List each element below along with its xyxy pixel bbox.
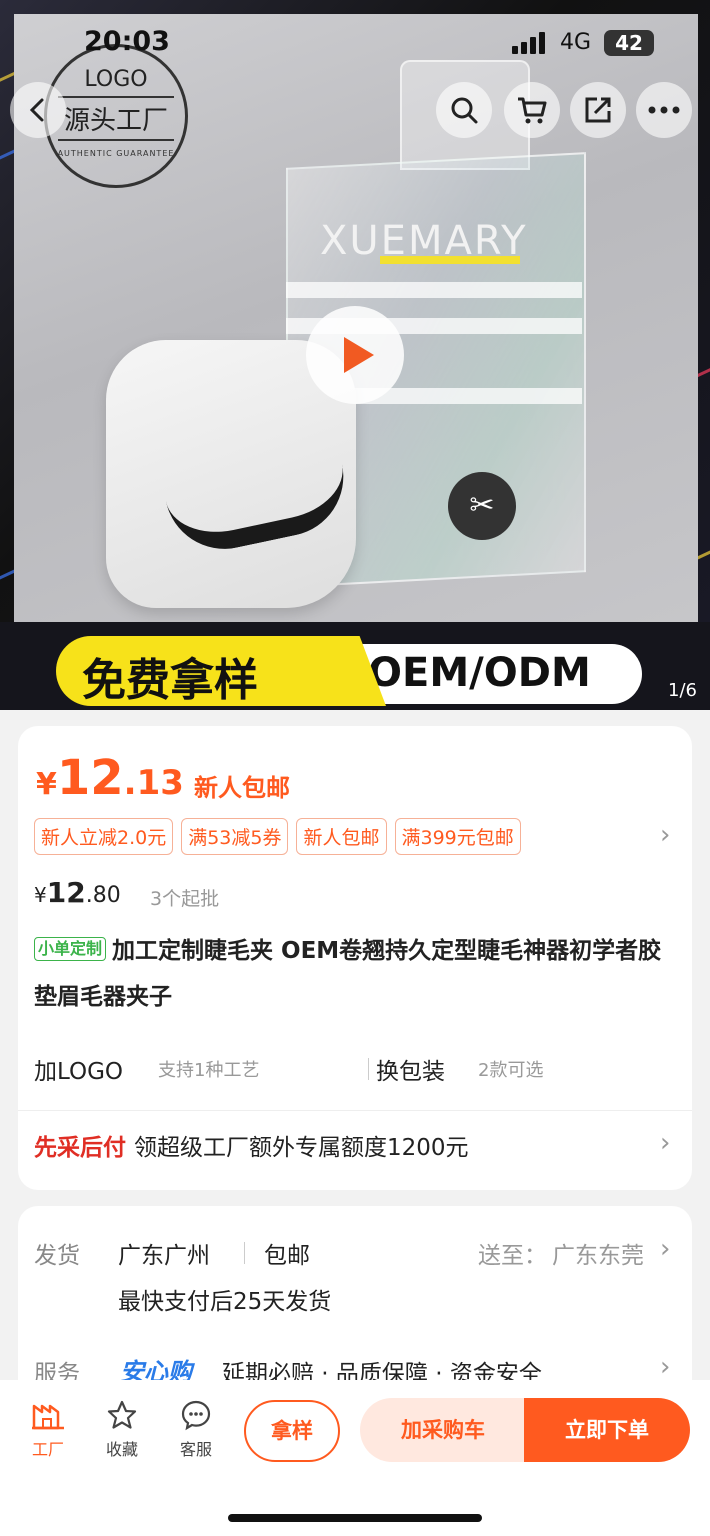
chevron-right-icon[interactable]: › [660,1234,670,1264]
cart-icon [518,97,547,124]
search-icon [451,97,478,124]
more-icon [648,106,680,114]
stamp-factory-text: 源头工厂 [57,95,174,141]
stamp-logo-text: LOGO [84,66,148,92]
bulk-price-integer: 12 [46,876,86,909]
factory-icon [32,1404,64,1430]
change-package-option[interactable]: 换包装 [376,1052,445,1086]
pay-later-row[interactable]: 先采后付 领超级工厂额外专属额度1200元 [34,1128,469,1162]
bottom-action-bar: 工厂 收藏 客服 拿样 加采购车 立即下单 [0,1380,710,1536]
banner-free-sample-panel: 免费拿样 [56,636,386,706]
banner-oem-text: OEM/ODM [368,650,591,696]
chat-icon [181,1400,211,1431]
add-to-cart-button[interactable]: 加采购车 [360,1398,526,1462]
current-price: ¥12.13 [36,750,184,806]
destination-value[interactable]: 广东东莞 [552,1236,644,1270]
min-order-quantity: 3个起批 [150,888,220,910]
package-stripe [286,282,582,298]
tab-favorite-label: 收藏 [105,1440,138,1459]
bulk-price-decimal: .80 [85,883,121,908]
curler-badge-icon: ✂ [448,472,516,540]
coupon-tag[interactable]: 满53减5券 [181,818,289,855]
buy-now-button[interactable]: 立即下单 [524,1398,690,1462]
price-integer: 12 [56,750,124,806]
tab-factory[interactable]: 工厂 [18,1398,78,1460]
play-video-button[interactable] [306,306,404,404]
custom-order-tag: 小单定制 [34,937,107,961]
tab-favorite[interactable]: 收藏 [92,1398,152,1460]
shipping-label: 发货 [34,1243,80,1269]
price-decimal: .13 [123,763,184,803]
star-icon [107,1400,137,1429]
divider [244,1242,245,1264]
stamp-guarantee-text: AUTHENTIC GUARANTEE [57,148,175,158]
back-button[interactable] [10,82,66,138]
product-title: 小单定制 加工定制睫毛夹 OEM卷翘持久定型睫毛神器初学者胶垫眉毛器夹子 [34,928,680,1020]
network-type: 4G [560,30,592,55]
signal-icon [512,32,545,54]
home-indicator[interactable] [228,1514,482,1522]
price-note: 新人包邮 [194,774,290,802]
pay-later-text: 领超级工厂额外专属额度1200元 [134,1135,469,1161]
tab-customer-service-label: 客服 [179,1440,212,1459]
price-currency: ¥ [36,767,57,802]
product-detail-page: XUEMARY ✂ LOGO 源头工厂 AUTHENTIC GUARANTEE … [0,0,710,1536]
chevron-right-icon[interactable]: › [660,820,670,850]
battery-icon: 42 [604,30,654,56]
chevron-right-icon[interactable]: › [660,1352,670,1382]
search-button[interactable] [436,82,492,138]
shipping-origin: 广东广州 [118,1243,210,1269]
play-icon [344,337,374,373]
product-image-carousel[interactable]: XUEMARY ✂ LOGO 源头工厂 AUTHENTIC GUARANTEE … [0,0,710,710]
pay-later-label: 先采后付 [34,1135,126,1161]
share-icon [585,97,611,123]
coupon-tag[interactable]: 新人包邮 [296,818,387,855]
destination-label[interactable]: 送至： [478,1236,547,1270]
package-yellow-bar [380,256,520,264]
more-button[interactable] [636,82,692,138]
tab-factory-label: 工厂 [31,1440,64,1459]
carousel-page-indicator: 1/6 [668,680,697,701]
tab-customer-service[interactable]: 客服 [166,1398,226,1460]
banner-free-sample-text: 免费拿样 [82,655,258,706]
price-card: ¥12.13 新人包邮 新人立减2.0元 满53减5券 新人包邮 满399元包邮… [18,726,692,1190]
customization-options: 加LOGO 支持1种工艺 换包装 2款可选 [34,1052,680,1088]
delivery-eta: 最快支付后25天发货 [118,1289,332,1315]
divider [18,1110,692,1111]
change-package-sub: 2款可选 [478,1060,544,1081]
divider [368,1058,369,1080]
share-button[interactable] [570,82,626,138]
chevron-right-icon[interactable]: › [660,1128,670,1158]
cart-button[interactable] [504,82,560,138]
add-logo-sub: 支持1种工艺 [158,1060,260,1081]
back-icon [29,98,44,122]
status-time: 20:03 [84,26,170,57]
coupon-tag[interactable]: 新人立减2.0元 [34,818,174,855]
get-sample-button[interactable]: 拿样 [244,1400,340,1462]
shipping-free: 包邮 [264,1243,310,1269]
status-bar: 20:03 4G 42 [0,22,710,62]
coupon-list[interactable]: 新人立减2.0元 满53减5券 新人包邮 满399元包邮 [34,818,521,855]
product-title-text: 加工定制睫毛夹 OEM卷翘持久定型睫毛神器初学者胶垫眉毛器夹子 [34,938,662,1010]
shipping-card: 发货 广东广州 包邮 送至： 广东东莞 › 最快支付后25天发货 服务 安心购 … [18,1206,692,1406]
bulk-price-currency: ¥ [34,883,47,907]
add-logo-option[interactable]: 加LOGO [34,1052,123,1086]
bulk-price: ¥12.80 [34,876,121,909]
logo-stamp: LOGO 源头工厂 AUTHENTIC GUARANTEE [44,44,188,188]
coupon-tag[interactable]: 满399元包邮 [394,818,521,855]
